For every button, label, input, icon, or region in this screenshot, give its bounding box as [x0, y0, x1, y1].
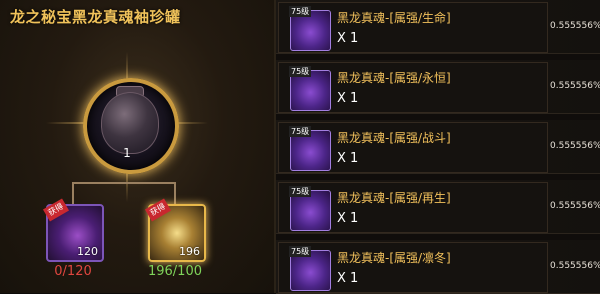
item-name: 黑龙真魂-[属强/战斗]: [337, 131, 451, 145]
item-name: 黑龙真魂-[属强/永恒]: [337, 71, 451, 85]
list-item[interactable]: 75级 黑龙真魂-[属强/生命] X 1 0.555556%: [276, 0, 600, 54]
item-qty: X 1: [337, 271, 359, 286]
level-badge: 75级: [289, 66, 312, 77]
obtain-tag: 获得: [144, 198, 172, 222]
level-badge: 75级: [289, 6, 312, 17]
material-ratio-b: 196/100: [147, 264, 202, 279]
item-name: 黑龙真魂-[属强/凛冬]: [337, 251, 451, 265]
material-slot-b[interactable]: 获得 196: [144, 198, 206, 262]
connector-horizontal: [72, 182, 174, 184]
item-qty: X 1: [337, 91, 359, 106]
item-qty: X 1: [337, 211, 359, 226]
list-item[interactable]: 75级 黑龙真魂-[属强/凛冬] X 1 0.555556%: [276, 240, 600, 294]
item-chance: 0.555556%: [550, 81, 600, 91]
level-badge: 75级: [289, 126, 312, 137]
item-qty: X 1: [337, 151, 359, 166]
reward-list: 75级 黑龙真魂-[属强/生命] X 1 0.555556% 75级 黑龙真魂-…: [276, 0, 600, 294]
item-frame: 75级 黑龙真魂-[属强/永恒] X 1: [278, 62, 548, 113]
jar-title: 龙之秘宝黑龙真魂袖珍罐: [10, 8, 181, 26]
level-badge: 75级: [289, 186, 312, 197]
item-chance: 0.555556%: [550, 21, 600, 31]
obtain-tag: 获得: [42, 198, 70, 222]
item-frame: 75级 黑龙真魂-[属强/生命] X 1: [278, 2, 548, 53]
jar-count: 1: [123, 146, 131, 160]
list-item[interactable]: 75级 黑龙真魂-[属强/战斗] X 1 0.555556%: [276, 120, 600, 174]
list-item[interactable]: 75级 黑龙真魂-[属强/永恒] X 1 0.555556%: [276, 60, 600, 114]
item-chance: 0.555556%: [550, 261, 600, 271]
item-frame: 75级 黑龙真魂-[属强/战斗] X 1: [278, 122, 548, 173]
material-count: 196: [179, 245, 200, 258]
jar-panel: 龙之秘宝黑龙真魂袖珍罐 1 获得 120 获得 196 0/120 196/10…: [0, 0, 274, 293]
item-qty: X 1: [337, 31, 359, 46]
item-chance: 0.555556%: [550, 141, 600, 151]
level-badge: 75级: [289, 246, 312, 257]
item-chance: 0.555556%: [550, 201, 600, 211]
connector-left: [72, 182, 74, 204]
material-count: 120: [77, 245, 98, 258]
list-item[interactable]: 75级 黑龙真魂-[属强/再生] X 1 0.555556%: [276, 180, 600, 234]
item-name: 黑龙真魂-[属强/生命]: [337, 11, 451, 25]
item-name: 黑龙真魂-[属强/再生]: [337, 191, 451, 205]
connector-right: [174, 182, 176, 204]
jar-icon[interactable]: [101, 92, 159, 154]
item-frame: 75级 黑龙真魂-[属强/再生] X 1: [278, 182, 548, 233]
material-ratio-a: 0/120: [54, 264, 92, 279]
item-frame: 75级 黑龙真魂-[属强/凛冬] X 1: [278, 242, 548, 293]
material-slot-a[interactable]: 获得 120: [42, 198, 104, 262]
